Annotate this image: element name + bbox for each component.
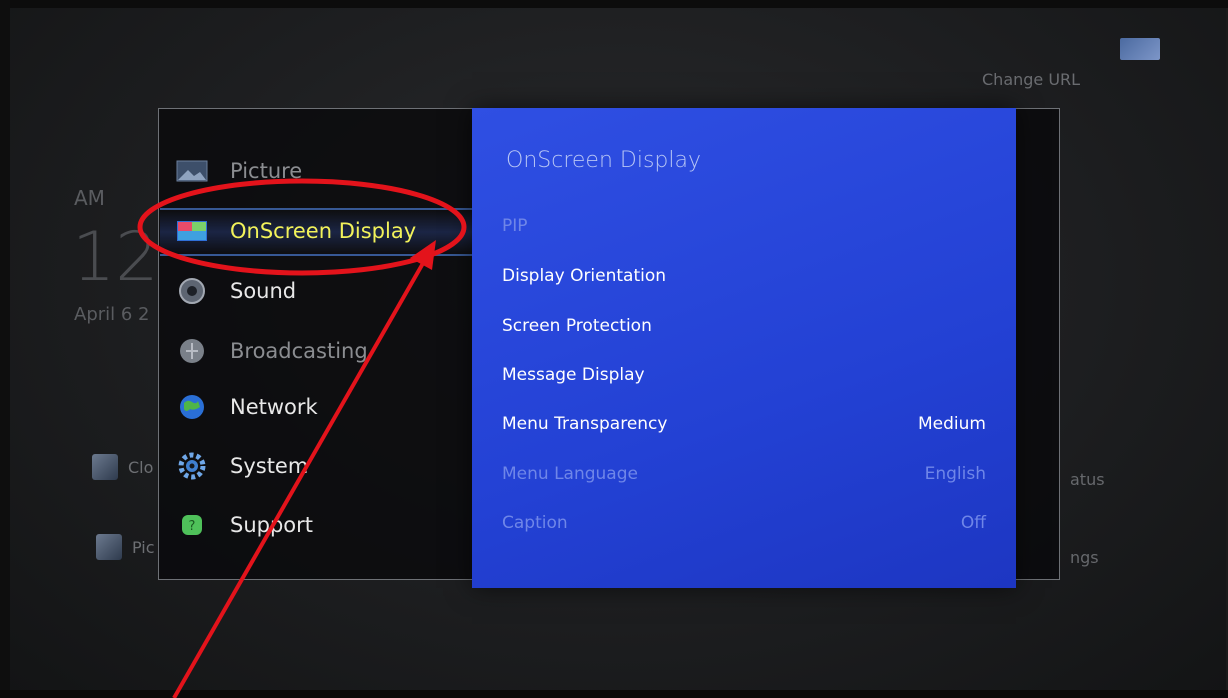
- option-display-orientation[interactable]: Display Orientation: [502, 258, 986, 294]
- home-item-settings-label: ngs: [1070, 548, 1099, 567]
- menu-item-sound[interactable]: Sound: [176, 270, 296, 312]
- option-display-orientation-label: Display Orientation: [502, 266, 667, 286]
- option-menu-language-label: Menu Language: [502, 464, 638, 484]
- menu-item-sound-label: Sound: [230, 279, 297, 303]
- option-pip: PIP: [502, 208, 986, 244]
- sound-icon: [176, 277, 208, 305]
- menu-item-broadcasting[interactable]: Broadcasting: [176, 330, 368, 372]
- clone-icon: [92, 454, 118, 480]
- home-item-picture-label: Pic: [132, 537, 155, 557]
- menu-item-picture-label: Picture: [230, 159, 303, 183]
- url-thumbnail: [1120, 38, 1160, 60]
- home-item-picture: Pic: [96, 534, 155, 560]
- clock-ampm: AM: [74, 186, 105, 210]
- picture-icon: [176, 157, 208, 185]
- option-caption: Caption Off: [502, 505, 986, 541]
- option-menu-transparency-label: Menu Transparency: [502, 414, 668, 434]
- option-menu-language-value: English: [924, 464, 986, 484]
- svg-text:?: ?: [189, 519, 196, 534]
- menu-item-support[interactable]: ? Support: [176, 504, 313, 546]
- change-url-label: Change URL: [982, 70, 1081, 89]
- menu-item-onscreen-display[interactable]: OnScreen Display: [176, 210, 416, 252]
- option-menu-language: Menu Language English: [502, 456, 986, 492]
- menu-item-network[interactable]: Network: [176, 386, 318, 428]
- tv-bezel-left: [0, 0, 10, 698]
- option-menu-transparency-value: Medium: [918, 414, 986, 434]
- option-message-display-label: Message Display: [502, 365, 645, 385]
- option-message-display[interactable]: Message Display: [502, 357, 986, 393]
- menu-item-support-label: Support: [230, 513, 314, 537]
- support-icon: ?: [176, 511, 208, 539]
- home-item-clone-label: Clo: [128, 457, 154, 477]
- tv-bezel-bottom: [0, 690, 1228, 698]
- menu-item-system-label: System: [230, 454, 309, 478]
- home-item-status-label: atus: [1070, 470, 1105, 489]
- option-screen-protection-label: Screen Protection: [502, 316, 652, 336]
- option-pip-label: PIP: [502, 216, 528, 236]
- broadcasting-icon: [176, 337, 208, 365]
- onscreen-display-icon: [176, 217, 208, 245]
- option-menu-transparency[interactable]: Menu Transparency Medium: [502, 406, 986, 442]
- monitor-icon: [96, 534, 122, 560]
- tv-bezel-top: [0, 0, 1228, 8]
- option-caption-label: Caption: [502, 513, 568, 533]
- menu-item-system[interactable]: System: [176, 445, 308, 487]
- onscreen-display-submenu: OnScreen Display PIP Display Orientation…: [472, 108, 1016, 588]
- menu-item-picture[interactable]: Picture: [176, 150, 302, 192]
- option-caption-value: Off: [960, 513, 986, 533]
- gear-icon: [176, 452, 208, 480]
- menu-item-onscreen-display-label: OnScreen Display: [230, 219, 417, 243]
- clock-date: April 6 2: [74, 304, 150, 325]
- network-icon: [176, 393, 208, 421]
- clock-hour: 12: [72, 218, 159, 297]
- menu-item-broadcasting-label: Broadcasting: [230, 339, 368, 363]
- home-item-clone: Clo: [92, 454, 153, 480]
- menu-item-network-label: Network: [230, 395, 318, 419]
- option-screen-protection[interactable]: Screen Protection: [502, 308, 986, 344]
- submenu-title: OnScreen Display: [506, 148, 701, 173]
